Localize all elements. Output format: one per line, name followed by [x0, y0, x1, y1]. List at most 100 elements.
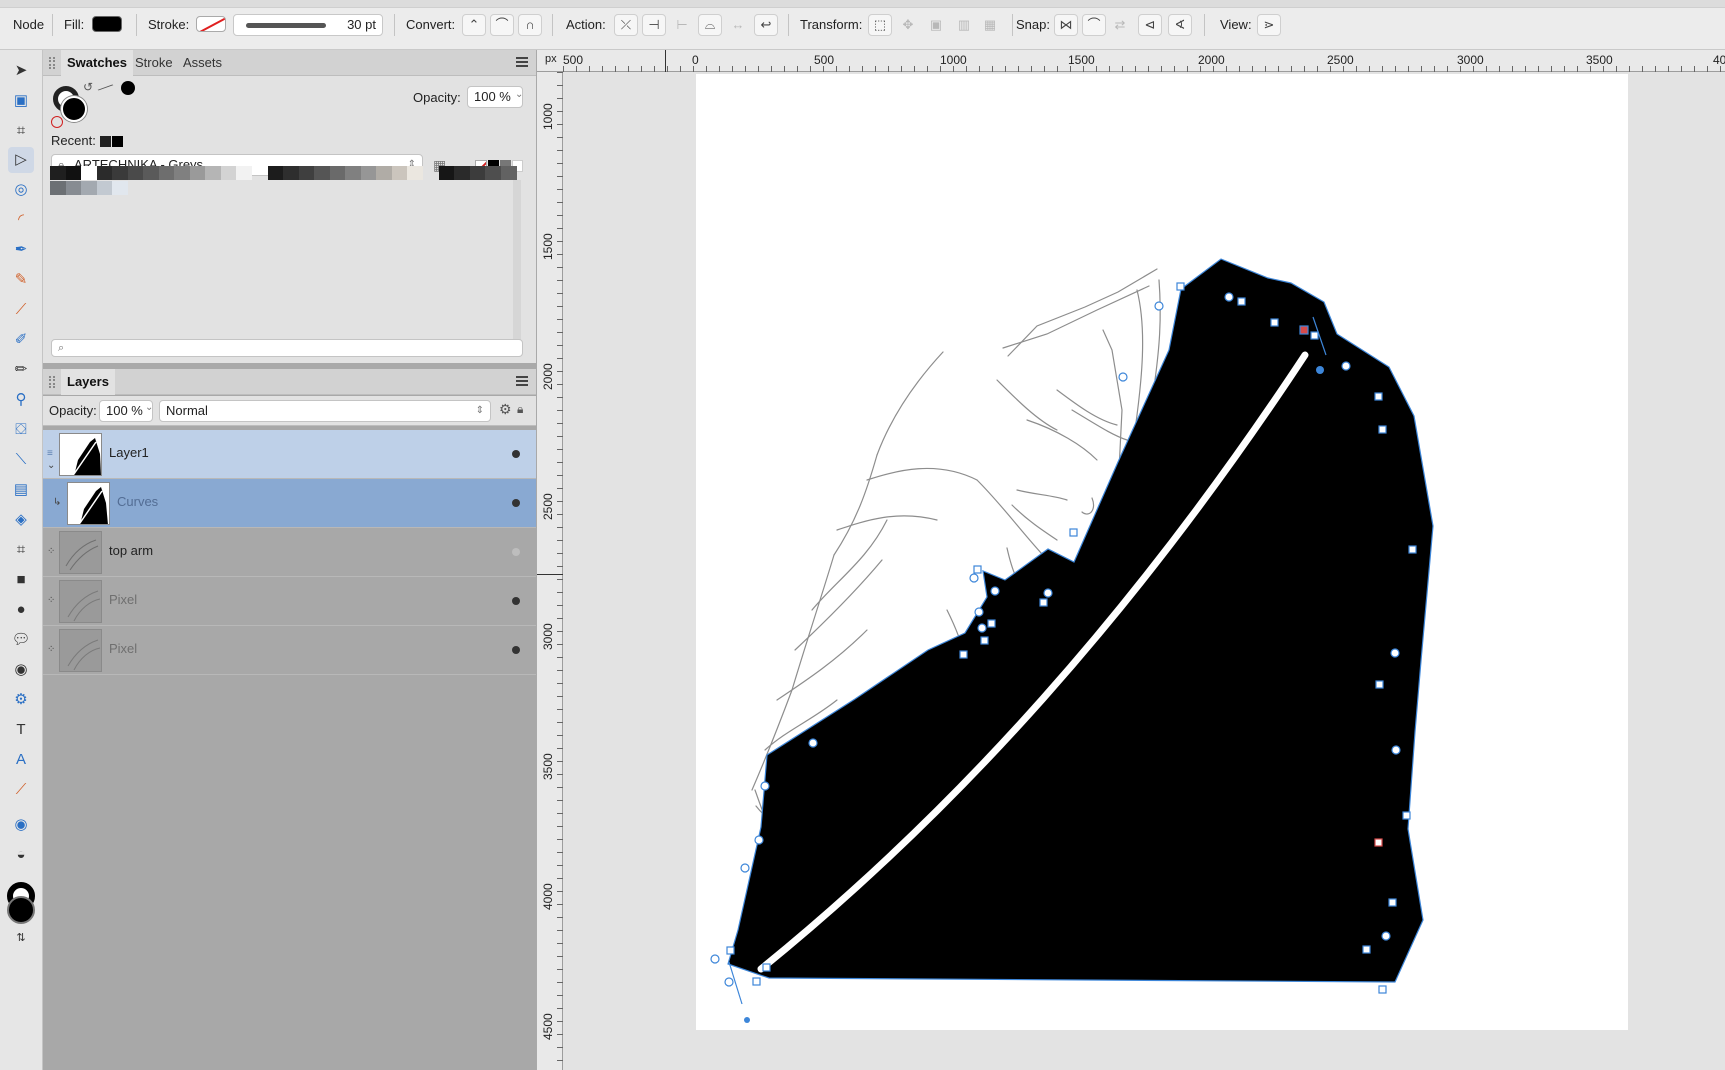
current-color-dot-icon[interactable] [121, 81, 135, 95]
palette-swatch[interactable] [485, 166, 501, 180]
visibility-dot-icon[interactable] [512, 646, 520, 654]
snap-curves-icon[interactable]: ⌒ [1082, 14, 1106, 36]
swap-icon[interactable]: ↺ [83, 80, 93, 94]
layer-row[interactable]: ↳ Curves [43, 479, 536, 528]
transform-box-icon[interactable]: ⬚ [868, 14, 892, 36]
palette-swatch[interactable] [314, 166, 330, 180]
tab-layers[interactable]: Layers [61, 369, 115, 395]
palette-swatch[interactable] [189, 166, 206, 180]
snap-nodes-icon[interactable]: ⋈ [1054, 14, 1078, 36]
convert-sharp-icon[interactable]: ⌃ [462, 14, 486, 36]
palette-swatch[interactable] [407, 166, 423, 180]
palette-swatch[interactable] [65, 166, 82, 180]
palette-swatch[interactable] [96, 181, 113, 195]
frame-text-icon[interactable]: A [8, 747, 34, 773]
color-picker-icon[interactable]: ⟋ [8, 777, 34, 803]
node-tool-icon[interactable]: ▷ [8, 147, 34, 173]
swatch-search-input[interactable]: ⌕ [51, 339, 523, 357]
slice-tool-icon[interactable]: ⌗ [8, 537, 34, 563]
join-curves-icon[interactable]: ⌓ [698, 14, 722, 36]
layer-row[interactable]: ≡ ⌄ Layer1 [43, 430, 536, 479]
fill-swatch[interactable] [92, 16, 122, 32]
palette-swatch[interactable] [283, 166, 299, 180]
transparency-tool-icon[interactable]: ◈ [8, 507, 34, 533]
panel-grip-icon[interactable] [49, 57, 55, 69]
visibility-dot-icon[interactable] [512, 597, 520, 605]
view-options-icon[interactable]: ⋗ [1257, 14, 1281, 36]
image-tool-icon[interactable]: ▤ [8, 477, 34, 503]
palette-swatch[interactable] [236, 166, 252, 180]
artboard-tool-icon[interactable]: ▣ [8, 88, 34, 114]
layer-handle-icon[interactable]: ≡ [47, 448, 53, 459]
panel-menu-icon[interactable] [516, 376, 528, 386]
visibility-dot-icon[interactable] [512, 499, 520, 507]
recent-swatch[interactable] [112, 136, 123, 147]
snap-handles-icon[interactable]: ⊲ [1138, 14, 1162, 36]
palette-swatch[interactable] [81, 181, 97, 195]
artwork[interactable] [537, 50, 1725, 1070]
palette-scrollbar[interactable] [513, 180, 521, 345]
convert-smart-icon[interactable]: ∩ [518, 14, 542, 36]
panel-fill-circle-icon[interactable] [61, 96, 87, 122]
visibility-dot-icon[interactable] [512, 450, 520, 458]
fill-tool-icon[interactable]: ✐ [8, 327, 34, 353]
artistic-text-icon[interactable]: T [8, 717, 34, 743]
chevron-down-icon[interactable]: ⌄ [515, 89, 523, 100]
tab-assets[interactable]: Assets [177, 50, 228, 76]
layer-grip-icon[interactable]: ⁘ [47, 595, 55, 606]
transform-reset-icon[interactable]: ▦ [978, 14, 1002, 36]
paint-brush-icon[interactable]: ✏ [8, 357, 34, 383]
pen-tool-icon[interactable]: ✒ [8, 237, 34, 263]
palette-swatch[interactable] [360, 166, 377, 180]
transform-distribute-icon[interactable]: ▥ [952, 14, 976, 36]
zoom-tool-icon[interactable]: ◒ [8, 842, 34, 868]
convert-smooth-icon[interactable]: ⌒ [490, 14, 514, 36]
palette-swatch[interactable] [500, 166, 517, 180]
expand-chevron-icon[interactable]: ⌄ [47, 460, 55, 471]
palette-swatch[interactable] [112, 181, 128, 195]
chevron-down-icon[interactable]: ⌄ [145, 402, 153, 413]
palette-swatch[interactable] [81, 166, 97, 180]
gear-icon[interactable]: ⚙ [499, 401, 512, 418]
blend-mode-select[interactable]: Normal ⇕ [159, 400, 491, 422]
tab-stroke[interactable]: Stroke [129, 50, 179, 76]
pixel-brush-icon[interactable]: ⚲ [8, 387, 34, 413]
lock-icon[interactable]: 🔒︎ [517, 402, 523, 417]
stroke-swatch[interactable] [196, 16, 226, 32]
smooth-curve-icon[interactable]: ⊢ [670, 14, 694, 36]
palette-swatch[interactable] [65, 181, 82, 195]
layer-name[interactable]: top arm [109, 543, 153, 558]
eyedropper-icon[interactable]: ⟋ [95, 78, 114, 99]
layer-name[interactable]: Layer1 [109, 445, 149, 460]
layer-grip-icon[interactable]: ⁘ [47, 644, 55, 655]
layer-row[interactable]: ⁘ top arm [43, 528, 536, 577]
gradient-tool-icon[interactable]: ⟍ [8, 447, 34, 473]
palette-swatch[interactable] [469, 166, 486, 180]
palette-swatch[interactable] [438, 166, 455, 180]
spiral-tool-icon[interactable]: ◉ [8, 657, 34, 683]
palette-swatch[interactable] [391, 166, 408, 180]
panel-grip-icon[interactable] [49, 376, 55, 388]
palette-swatch[interactable] [205, 166, 221, 180]
palette-swatch[interactable] [267, 166, 284, 180]
break-curve-icon[interactable]: ⤫ [614, 14, 638, 36]
palette-swatch[interactable] [329, 166, 346, 180]
layer-name[interactable]: Pixel [109, 641, 137, 656]
transform-center-icon[interactable]: ✥ [896, 14, 920, 36]
snap-angle-icon[interactable]: ∢ [1168, 14, 1192, 36]
palette-swatch[interactable] [127, 166, 144, 180]
layer-grip-icon[interactable]: ⁘ [47, 546, 55, 557]
callout-tool-icon[interactable]: 💬︎ [8, 627, 34, 653]
palette-swatch[interactable] [454, 166, 470, 180]
reverse-curve-disabled-icon[interactable]: ↔ [726, 14, 750, 36]
palette-swatch[interactable] [174, 166, 190, 180]
pencil-tool-icon[interactable]: ✎ [8, 267, 34, 293]
ellipse-tool-icon[interactable]: ● [8, 597, 34, 623]
palette-swatch[interactable] [143, 166, 159, 180]
canvas-area[interactable]: px 500 0 500 1000 1500 2000 2500 3000 35… [537, 50, 1725, 1070]
layer-name[interactable]: Curves [117, 494, 158, 509]
palette-swatch[interactable] [220, 166, 237, 180]
swap-colors-icon[interactable]: ⇅ [8, 925, 34, 951]
transform-align-icon[interactable]: ▣ [924, 14, 948, 36]
tab-swatches[interactable]: Swatches [61, 50, 133, 76]
